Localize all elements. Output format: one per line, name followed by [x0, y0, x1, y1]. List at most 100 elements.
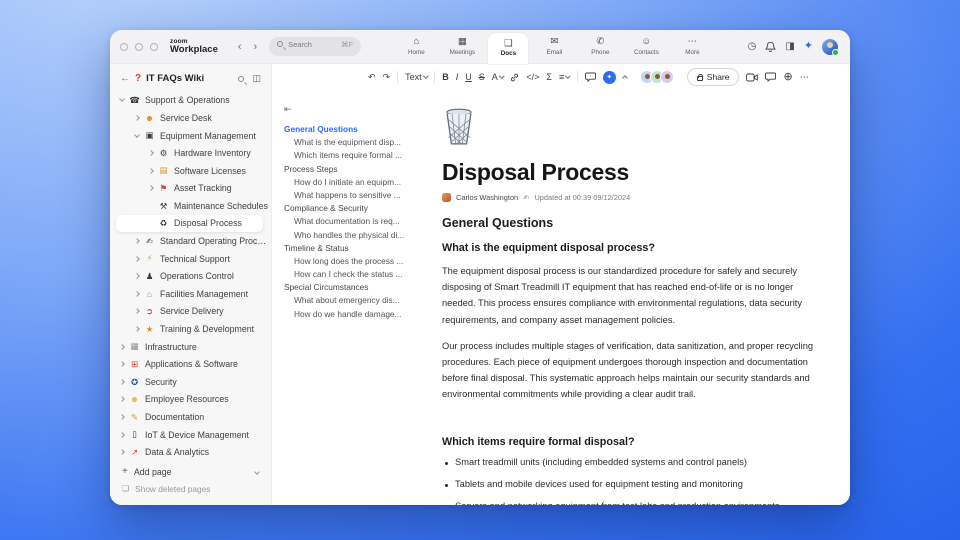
sidebar-item[interactable]: ★ Training & Development: [110, 320, 271, 338]
history-forward-button[interactable]: ›: [254, 41, 258, 53]
chevron-icon[interactable]: [119, 449, 125, 456]
toc-item[interactable]: What documentation is req...: [284, 215, 416, 228]
toc-item[interactable]: How do we handle damage...: [284, 308, 416, 321]
sidebar-search-icon[interactable]: [238, 76, 245, 83]
add-page-button[interactable]: + Add page: [110, 463, 271, 480]
nav-item[interactable]: ⌂ Home: [396, 30, 436, 64]
sidebar-item[interactable]: ▣ Equipment Management: [110, 127, 271, 145]
toc-item[interactable]: How do I initiate an equipm...: [284, 176, 416, 189]
show-deleted-pages-button[interactable]: ❏ Show deleted pages: [110, 480, 271, 497]
text-color-dropdown[interactable]: A: [492, 72, 505, 82]
sidebar-item[interactable]: ⚒ Maintenance Schedules: [110, 197, 271, 215]
sidebar-item[interactable]: ▯ IoT & Device Management: [110, 426, 271, 444]
toc-item[interactable]: Timeline & Status: [284, 242, 416, 255]
sidebar-item[interactable]: ▤ Software Licenses: [110, 162, 271, 180]
nav-item[interactable]: ▦ Meetings: [442, 30, 482, 64]
sidebar-item[interactable]: ✍ Standard Operating Procedures: [110, 232, 271, 250]
toc-item[interactable]: What is the equipment disp...: [284, 136, 416, 149]
nav-item[interactable]: ❏ Docs: [488, 32, 529, 64]
chevron-icon[interactable]: [134, 115, 140, 121]
chevron-icon[interactable]: [134, 273, 140, 280]
sidebar-item[interactable]: ⌂ Facilities Management: [110, 285, 271, 303]
more-options-icon[interactable]: ⋯: [800, 72, 809, 82]
toc-item[interactable]: How long does the process ...: [284, 255, 416, 268]
notifications-bell-icon[interactable]: [765, 41, 777, 53]
video-call-icon[interactable]: [746, 73, 759, 82]
side-panel-toggle-icon[interactable]: ◨: [785, 41, 794, 52]
nav-item[interactable]: ✆ Phone: [580, 30, 620, 64]
sidebar-item[interactable]: ⚙ Hardware Inventory: [110, 144, 271, 162]
sidebar-item[interactable]: ➲ Service Delivery: [110, 303, 271, 321]
ai-companion-sparkle-icon[interactable]: ✦: [804, 41, 813, 52]
chevron-icon[interactable]: [119, 343, 125, 350]
underline-button[interactable]: U: [465, 72, 472, 82]
collapse-toolbar-icon[interactable]: [621, 75, 628, 81]
chevron-icon[interactable]: [119, 378, 125, 385]
toc-item[interactable]: What happens to sensitive ...: [284, 189, 416, 202]
collaborator-avatar[interactable]: [659, 70, 674, 84]
sidebar-item[interactable]: ♟ Operations Control: [110, 267, 271, 285]
user-avatar[interactable]: [822, 38, 839, 56]
search-input[interactable]: Search ⌘F: [269, 37, 362, 56]
chevron-icon[interactable]: [119, 396, 125, 403]
toc-item[interactable]: Which items require formal ...: [284, 149, 416, 162]
bold-button[interactable]: B: [442, 72, 449, 82]
sidebar-item[interactable]: ⊞ Applications & Software: [110, 355, 271, 373]
toc-item[interactable]: How can I check the status ...: [284, 268, 416, 281]
chevron-icon[interactable]: [148, 167, 154, 174]
link-icon[interactable]: [510, 73, 519, 82]
sidebar-item[interactable]: ♻ Disposal Process: [116, 214, 263, 233]
close-window-icon[interactable]: [120, 42, 128, 51]
chevron-icon[interactable]: [134, 255, 140, 262]
strikethrough-button[interactable]: S: [479, 72, 485, 82]
code-button[interactable]: </>: [526, 72, 539, 82]
chevron-icon[interactable]: [134, 238, 140, 244]
sidebar-item[interactable]: ☎ Support & Operations: [110, 92, 271, 110]
toc-item[interactable]: Process Steps: [284, 163, 416, 176]
sidebar-item[interactable]: ↗ Data & Analytics: [110, 443, 271, 461]
chat-icon[interactable]: [765, 72, 777, 82]
sidebar-item[interactable]: ⚡ Technical Support: [110, 250, 271, 268]
chevron-icon[interactable]: [119, 414, 125, 420]
sidebar-item[interactable]: ☻ Employee Resources: [110, 391, 271, 409]
chevron-icon[interactable]: [134, 131, 140, 138]
italic-button[interactable]: I: [456, 72, 459, 82]
share-button[interactable]: Share: [686, 68, 740, 86]
ai-companion-button[interactable]: ✦: [602, 70, 616, 84]
sidebar-back-icon[interactable]: ←: [120, 73, 130, 84]
chevron-icon[interactable]: [148, 150, 154, 156]
sidebar-item[interactable]: ▦ Infrastructure: [110, 338, 271, 356]
toc-item[interactable]: Compliance & Security: [284, 202, 416, 215]
chevron-icon[interactable]: [134, 291, 140, 297]
comment-icon[interactable]: [584, 72, 596, 82]
toc-item[interactable]: General Questions: [284, 123, 416, 136]
nav-item[interactable]: ☺ Contacts: [626, 30, 666, 64]
chevron-icon[interactable]: [148, 185, 154, 192]
chevron-icon[interactable]: [134, 326, 140, 332]
zoom-window-icon[interactable]: [150, 42, 158, 51]
text-style-dropdown[interactable]: Text: [405, 72, 428, 82]
toc-item[interactable]: What about emergency dis...: [284, 294, 416, 307]
list-dropdown[interactable]: ≡: [559, 72, 571, 82]
chevron-icon[interactable]: [119, 361, 125, 368]
history-clock-icon[interactable]: ◷: [748, 41, 757, 52]
undo-icon[interactable]: ↶: [368, 72, 376, 82]
nav-item[interactable]: ✉ Email: [534, 30, 574, 64]
window-controls[interactable]: [120, 42, 158, 51]
chevron-icon[interactable]: [134, 308, 140, 315]
sidebar-item[interactable]: ⚑ Asset Tracking: [110, 180, 271, 198]
sidebar-item[interactable]: ✪ Security: [110, 373, 271, 391]
toc-item[interactable]: Who handles the physical di...: [284, 229, 416, 242]
toc-item[interactable]: Special Circumstances: [284, 281, 416, 294]
formula-button[interactable]: Σ: [546, 72, 552, 82]
chevron-icon[interactable]: [119, 96, 125, 103]
document-page[interactable]: Disposal Process Carlos Washington ✍ Upd…: [420, 90, 850, 505]
sidebar-item[interactable]: ☻ Service Desk: [110, 109, 271, 127]
history-back-button[interactable]: ‹: [238, 41, 242, 53]
collapse-toc-icon[interactable]: ⇤: [284, 104, 416, 115]
nav-item[interactable]: ⋯ More: [672, 30, 712, 64]
chevron-down-icon[interactable]: [254, 468, 260, 475]
language-globe-icon[interactable]: ⊕: [783, 71, 792, 83]
sidebar-item[interactable]: ✎ Documentation: [110, 408, 271, 426]
minimize-window-icon[interactable]: [135, 42, 143, 51]
